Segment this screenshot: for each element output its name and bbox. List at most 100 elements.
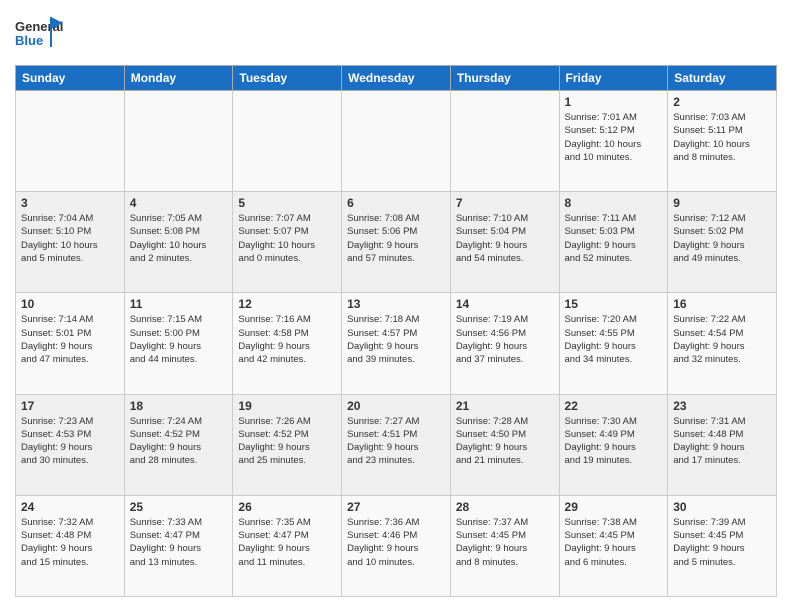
calendar-week: 17Sunrise: 7:23 AM Sunset: 4:53 PM Dayli… <box>16 394 777 495</box>
calendar-cell: 6 Sunrise: 7:08 AM Sunset: 5:06 PM Daylig… <box>342 192 451 293</box>
calendar-cell: 21 Sunrise: 7:28 AM Sunset: 4:50 PM Dayli… <box>450 394 559 495</box>
day-info: Sunrise: 7:05 AM Sunset: 5:08 PM Dayligh… <box>130 212 228 265</box>
day-number: 28 <box>456 500 554 514</box>
day-info: Sunrise: 7:22 AM Sunset: 4:54 PM Dayligh… <box>673 313 771 366</box>
day-info: Sunrise: 7:12 AM Sunset: 5:02 PM Dayligh… <box>673 212 771 265</box>
day-number: 30 <box>673 500 771 514</box>
calendar-cell: 15 Sunrise: 7:20 AM Sunset: 4:55 PM Dayli… <box>559 293 668 394</box>
calendar-cell: 5Sunrise: 7:07 AM Sunset: 5:07 PM Daylig… <box>233 192 342 293</box>
calendar-cell: 13 Sunrise: 7:18 AM Sunset: 4:57 PM Dayli… <box>342 293 451 394</box>
day-info: Sunrise: 7:31 AM Sunset: 4:48 PM Dayligh… <box>673 415 771 468</box>
day-number: 2 <box>673 95 771 109</box>
calendar-cell: 19Sunrise: 7:26 AM Sunset: 4:52 PM Dayli… <box>233 394 342 495</box>
weekday-header: Wednesday <box>342 66 451 91</box>
calendar-cell: 7 Sunrise: 7:10 AM Sunset: 5:04 PM Daylig… <box>450 192 559 293</box>
day-number: 18 <box>130 399 228 413</box>
weekday-header: Thursday <box>450 66 559 91</box>
day-number: 11 <box>130 297 228 311</box>
calendar-cell: 20 Sunrise: 7:27 AM Sunset: 4:51 PM Dayli… <box>342 394 451 495</box>
weekday-header: Friday <box>559 66 668 91</box>
day-info: Sunrise: 7:38 AM Sunset: 4:45 PM Dayligh… <box>565 516 663 569</box>
weekday-header: Saturday <box>668 66 777 91</box>
calendar-cell: 9 Sunrise: 7:12 AM Sunset: 5:02 PM Daylig… <box>668 192 777 293</box>
weekday-header: Sunday <box>16 66 125 91</box>
day-number: 20 <box>347 399 445 413</box>
day-info: Sunrise: 7:04 AM Sunset: 5:10 PM Dayligh… <box>21 212 119 265</box>
day-info: Sunrise: 7:03 AM Sunset: 5:11 PM Dayligh… <box>673 111 771 164</box>
day-number: 12 <box>238 297 336 311</box>
day-info: Sunrise: 7:39 AM Sunset: 4:45 PM Dayligh… <box>673 516 771 569</box>
day-info: Sunrise: 7:28 AM Sunset: 4:50 PM Dayligh… <box>456 415 554 468</box>
calendar-cell: 4 Sunrise: 7:05 AM Sunset: 5:08 PM Daylig… <box>124 192 233 293</box>
calendar-cell: 14Sunrise: 7:19 AM Sunset: 4:56 PM Dayli… <box>450 293 559 394</box>
day-info: Sunrise: 7:32 AM Sunset: 4:48 PM Dayligh… <box>21 516 119 569</box>
day-info: Sunrise: 7:35 AM Sunset: 4:47 PM Dayligh… <box>238 516 336 569</box>
day-number: 9 <box>673 196 771 210</box>
calendar-cell: 1Sunrise: 7:01 AM Sunset: 5:12 PM Daylig… <box>559 91 668 192</box>
day-info: Sunrise: 7:30 AM Sunset: 4:49 PM Dayligh… <box>565 415 663 468</box>
day-number: 4 <box>130 196 228 210</box>
calendar-cell: 28 Sunrise: 7:37 AM Sunset: 4:45 PM Dayli… <box>450 495 559 596</box>
calendar-cell: 27 Sunrise: 7:36 AM Sunset: 4:46 PM Dayli… <box>342 495 451 596</box>
day-info: Sunrise: 7:16 AM Sunset: 4:58 PM Dayligh… <box>238 313 336 366</box>
weekday-header: Tuesday <box>233 66 342 91</box>
calendar-cell: 16 Sunrise: 7:22 AM Sunset: 4:54 PM Dayli… <box>668 293 777 394</box>
day-number: 8 <box>565 196 663 210</box>
logo: General Blue <box>15 15 63 55</box>
day-info: Sunrise: 7:01 AM Sunset: 5:12 PM Dayligh… <box>565 111 663 164</box>
day-info: Sunrise: 7:23 AM Sunset: 4:53 PM Dayligh… <box>21 415 119 468</box>
day-number: 16 <box>673 297 771 311</box>
calendar-week: 1Sunrise: 7:01 AM Sunset: 5:12 PM Daylig… <box>16 91 777 192</box>
day-info: Sunrise: 7:36 AM Sunset: 4:46 PM Dayligh… <box>347 516 445 569</box>
day-number: 19 <box>238 399 336 413</box>
day-info: Sunrise: 7:18 AM Sunset: 4:57 PM Dayligh… <box>347 313 445 366</box>
day-info: Sunrise: 7:10 AM Sunset: 5:04 PM Dayligh… <box>456 212 554 265</box>
calendar-cell: 29 Sunrise: 7:38 AM Sunset: 4:45 PM Dayli… <box>559 495 668 596</box>
calendar-cell: 24 Sunrise: 7:32 AM Sunset: 4:48 PM Dayli… <box>16 495 125 596</box>
day-number: 13 <box>347 297 445 311</box>
day-info: Sunrise: 7:37 AM Sunset: 4:45 PM Dayligh… <box>456 516 554 569</box>
weekday-row: SundayMondayTuesdayWednesdayThursdayFrid… <box>16 66 777 91</box>
svg-text:Blue: Blue <box>15 33 43 48</box>
calendar-cell: 2 Sunrise: 7:03 AM Sunset: 5:11 PM Daylig… <box>668 91 777 192</box>
day-number: 22 <box>565 399 663 413</box>
calendar-cell: 26 Sunrise: 7:35 AM Sunset: 4:47 PM Dayli… <box>233 495 342 596</box>
calendar-week: 3Sunrise: 7:04 AM Sunset: 5:10 PM Daylig… <box>16 192 777 293</box>
day-number: 10 <box>21 297 119 311</box>
day-info: Sunrise: 7:27 AM Sunset: 4:51 PM Dayligh… <box>347 415 445 468</box>
day-number: 26 <box>238 500 336 514</box>
day-info: Sunrise: 7:20 AM Sunset: 4:55 PM Dayligh… <box>565 313 663 366</box>
day-info: Sunrise: 7:08 AM Sunset: 5:06 PM Dayligh… <box>347 212 445 265</box>
calendar-cell: 12 Sunrise: 7:16 AM Sunset: 4:58 PM Dayli… <box>233 293 342 394</box>
calendar-cell: 10 Sunrise: 7:14 AM Sunset: 5:01 PM Dayli… <box>16 293 125 394</box>
logo-icon: General Blue <box>15 15 63 55</box>
calendar-cell <box>450 91 559 192</box>
day-number: 29 <box>565 500 663 514</box>
day-info: Sunrise: 7:14 AM Sunset: 5:01 PM Dayligh… <box>21 313 119 366</box>
day-info: Sunrise: 7:07 AM Sunset: 5:07 PM Dayligh… <box>238 212 336 265</box>
day-number: 27 <box>347 500 445 514</box>
calendar-week: 24 Sunrise: 7:32 AM Sunset: 4:48 PM Dayli… <box>16 495 777 596</box>
day-number: 7 <box>456 196 554 210</box>
page: General Blue SundayMondayTuesdayWednesda… <box>0 0 792 612</box>
day-number: 25 <box>130 500 228 514</box>
day-number: 21 <box>456 399 554 413</box>
calendar-cell: 25 Sunrise: 7:33 AM Sunset: 4:47 PM Dayli… <box>124 495 233 596</box>
day-info: Sunrise: 7:24 AM Sunset: 4:52 PM Dayligh… <box>130 415 228 468</box>
day-info: Sunrise: 7:33 AM Sunset: 4:47 PM Dayligh… <box>130 516 228 569</box>
calendar-week: 10 Sunrise: 7:14 AM Sunset: 5:01 PM Dayli… <box>16 293 777 394</box>
calendar-cell: 8Sunrise: 7:11 AM Sunset: 5:03 PM Daylig… <box>559 192 668 293</box>
weekday-header: Monday <box>124 66 233 91</box>
day-number: 23 <box>673 399 771 413</box>
calendar-cell: 30 Sunrise: 7:39 AM Sunset: 4:45 PM Dayli… <box>668 495 777 596</box>
calendar-header: SundayMondayTuesdayWednesdayThursdayFrid… <box>16 66 777 91</box>
day-number: 15 <box>565 297 663 311</box>
calendar-cell: 23 Sunrise: 7:31 AM Sunset: 4:48 PM Dayli… <box>668 394 777 495</box>
calendar-cell: 3Sunrise: 7:04 AM Sunset: 5:10 PM Daylig… <box>16 192 125 293</box>
day-number: 6 <box>347 196 445 210</box>
day-number: 24 <box>21 500 119 514</box>
calendar-cell <box>342 91 451 192</box>
calendar-cell <box>124 91 233 192</box>
day-info: Sunrise: 7:15 AM Sunset: 5:00 PM Dayligh… <box>130 313 228 366</box>
day-info: Sunrise: 7:19 AM Sunset: 4:56 PM Dayligh… <box>456 313 554 366</box>
